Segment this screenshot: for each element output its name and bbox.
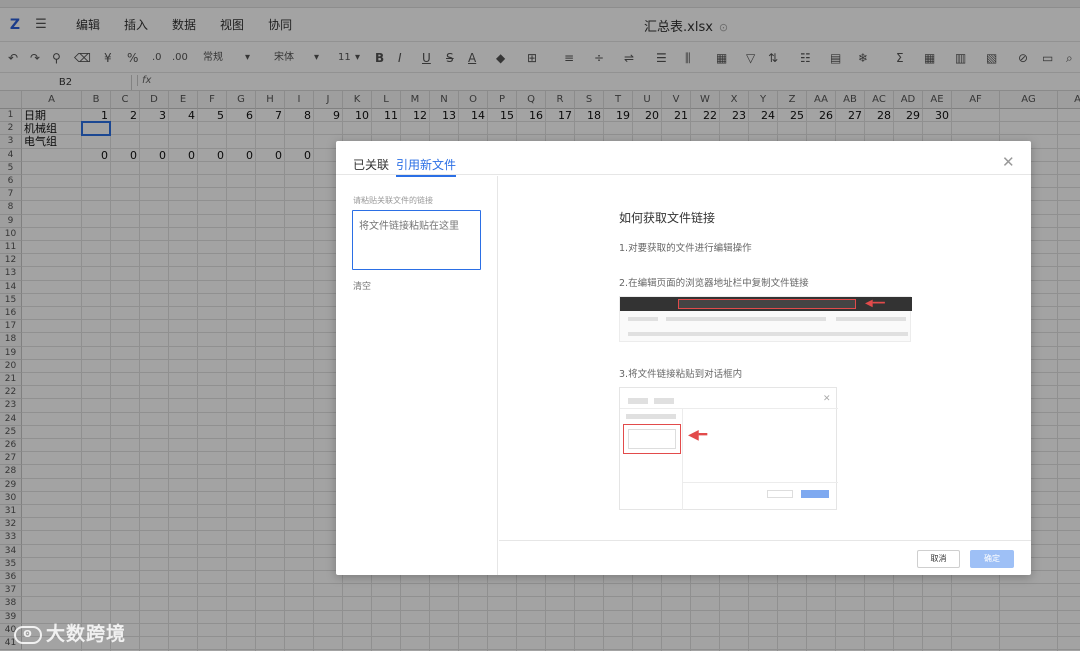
illustration-bar — [836, 317, 906, 321]
illustration-close-icon: ✕ — [823, 394, 831, 404]
illustration-bar — [666, 317, 826, 321]
illustration-divider — [683, 482, 838, 483]
illustration-bar — [628, 317, 658, 321]
tab-reference-new-file[interactable]: 引用新文件 — [396, 156, 457, 177]
illustration-input — [628, 429, 676, 449]
dialog-tabs: 已关联 引用新文件 ✕ — [336, 141, 1031, 177]
dialog-footer: 取消 确定 — [499, 540, 1031, 575]
cancel-button[interactable]: 取消 — [917, 550, 960, 568]
illustration-cancel-button — [767, 490, 793, 498]
guide-title: 如何获取文件链接 — [619, 211, 716, 225]
link-input-pane: 请粘贴关联文件的链接 清空 — [336, 176, 498, 575]
illustration-bar — [654, 398, 674, 404]
illustration-divider — [682, 409, 683, 510]
guide-pane: 如何获取文件链接 1.对要获取的文件进行编辑操作 2.在编辑页面的浏览器地址栏中… — [499, 176, 1031, 540]
guide-step-3: 3.将文件链接粘贴到对话框内 — [619, 369, 743, 380]
confirm-button[interactable]: 确定 — [970, 550, 1014, 568]
illustration-dialog: ✕ ◀━ — [619, 387, 838, 510]
illustration-ok-button — [801, 490, 829, 498]
illustration-bar — [626, 414, 676, 419]
tab-linked[interactable]: 已关联 — [353, 156, 389, 173]
guide-step-1: 1.对要获取的文件进行编辑操作 — [619, 243, 752, 254]
illustration-bar — [628, 332, 908, 336]
link-input[interactable] — [352, 210, 481, 270]
illustration-browser-address-bar: ◀━━ — [619, 296, 912, 342]
illustration-browser-top: ◀━━ — [620, 297, 912, 311]
illustration-address-highlight — [678, 299, 856, 309]
illustration-input-highlight — [623, 424, 681, 454]
illustration-bar — [628, 398, 648, 404]
guide-step-2: 2.在编辑页面的浏览器地址栏中复制文件链接 — [619, 278, 809, 289]
paste-link-label: 请粘贴关联文件的链接 — [353, 196, 433, 205]
close-icon[interactable]: ✕ — [1002, 153, 1015, 171]
watermark: ʘ 大数跨境 — [14, 619, 126, 646]
illustration-arrow-icon: ◀━ — [688, 427, 708, 443]
illustration-divider — [620, 408, 838, 409]
clear-link[interactable]: 清空 — [353, 279, 371, 292]
watermark-logo-icon: ʘ — [14, 625, 42, 644]
watermark-text: 大数跨境 — [46, 623, 127, 645]
illustration-arrow-icon: ◀━━ — [865, 298, 885, 309]
link-file-dialog: 已关联 引用新文件 ✕ 请粘贴关联文件的链接 清空 如何获取文件链接 1.对要获… — [336, 141, 1031, 575]
